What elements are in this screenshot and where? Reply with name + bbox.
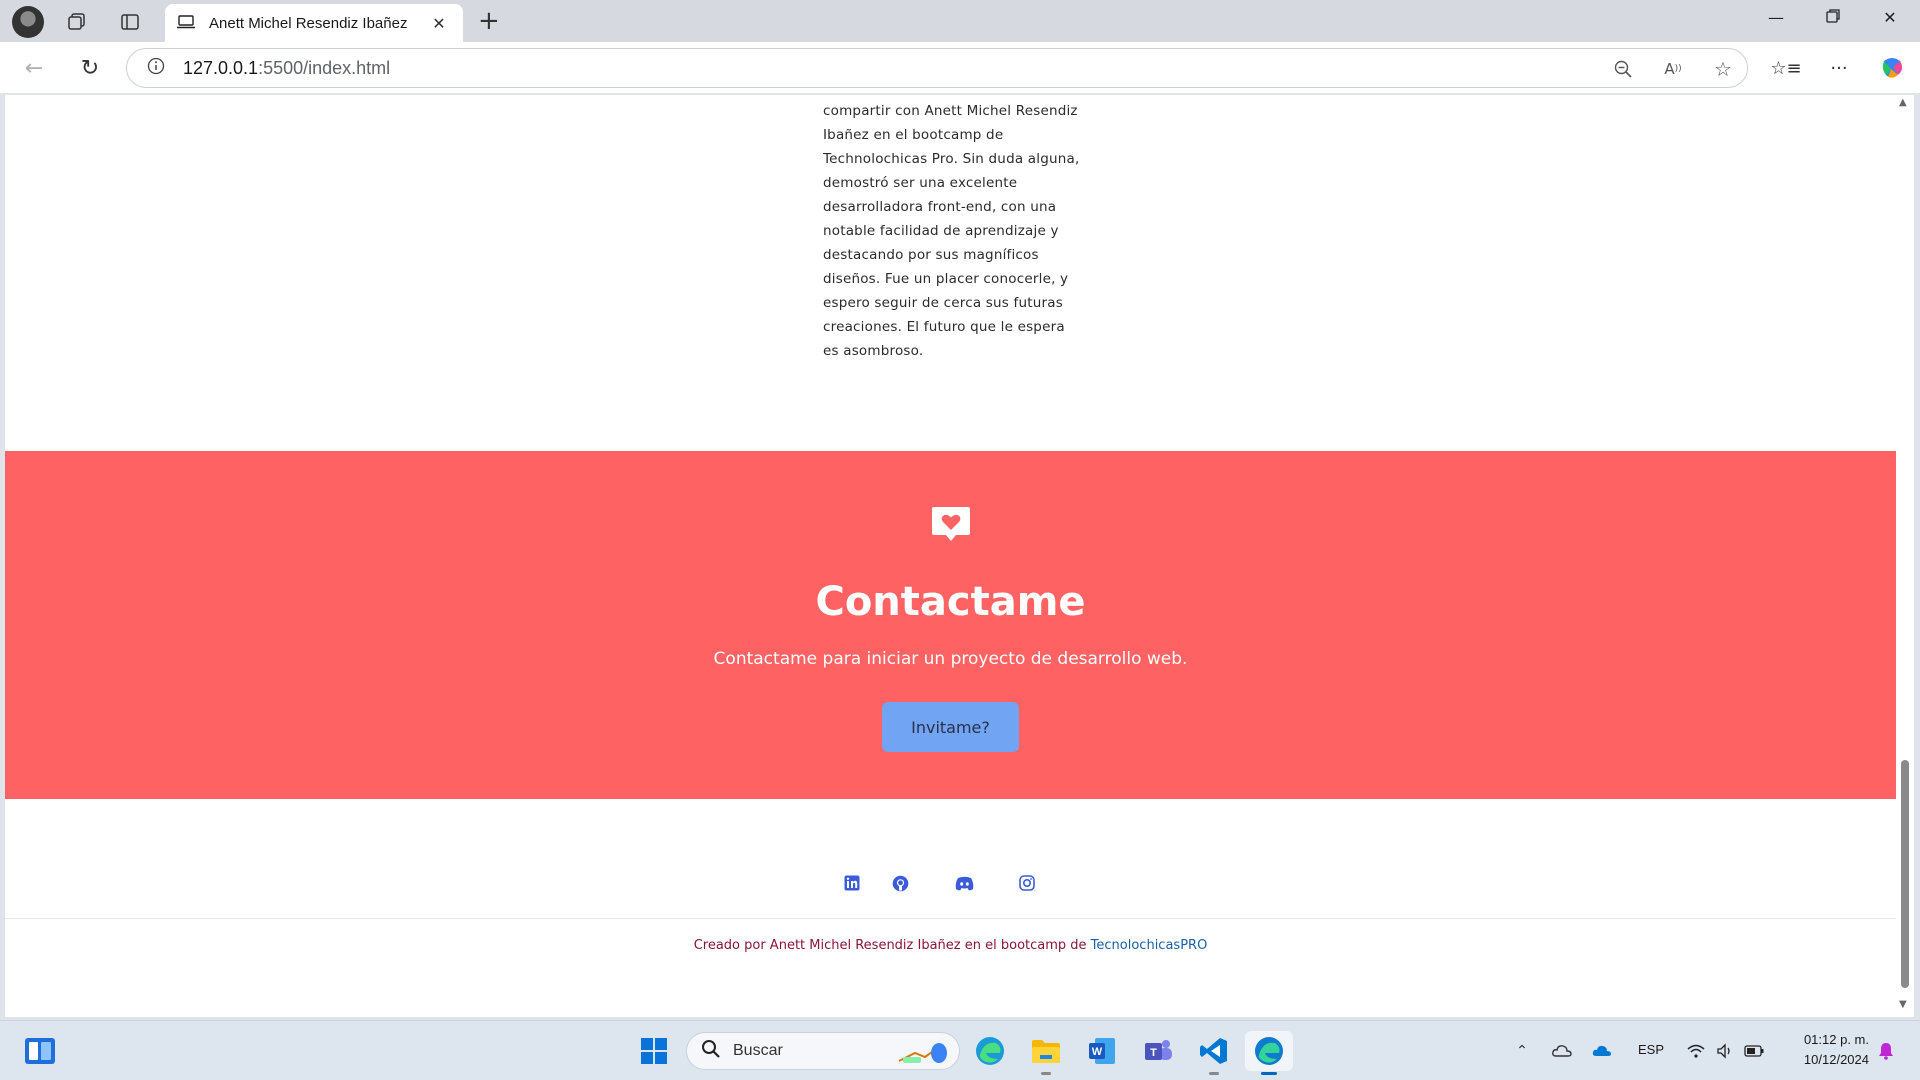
favorites-icon[interactable]: ☆≡ <box>1770 54 1801 82</box>
heart-message-icon <box>930 503 972 545</box>
address-bar[interactable]: 127.0.0.1:5500/index.html A)) ☆ <box>126 48 1748 88</box>
scroll-up-icon[interactable]: ▲ <box>1899 97 1907 108</box>
battery-icon[interactable] <box>1744 1041 1764 1061</box>
active-tab[interactable]: Anett Michel Resendiz Ibañez ✕ <box>165 4 463 42</box>
contact-title: Contactame <box>815 579 1086 625</box>
show-hidden-icons-icon[interactable]: ⌃ <box>1512 1041 1532 1061</box>
running-indicator <box>1209 1072 1219 1075</box>
volume-icon[interactable] <box>1715 1041 1735 1061</box>
copilot-icon[interactable] <box>1878 54 1906 82</box>
scroll-thumb[interactable] <box>1901 760 1909 988</box>
browser-toolbar: ← ↻ 127.0.0.1:5500/index.html A)) ☆ ☆≡ ·… <box>0 42 1920 94</box>
zoom-out-icon[interactable] <box>1611 57 1635 81</box>
minimize-icon[interactable]: — <box>1756 8 1796 27</box>
search-icon <box>701 1039 721 1063</box>
clock-date[interactable]: 10/12/2024 <box>1787 1052 1869 1067</box>
testimonial-text: compartir con Anett Michel Resendiz Ibañ… <box>823 103 1080 359</box>
refresh-icon[interactable]: ↻ <box>76 54 104 82</box>
new-tab-icon[interactable]: + <box>478 7 500 35</box>
tecnolochicas-link[interactable]: TecnolochicasPRO <box>1091 938 1208 953</box>
tab-close-icon[interactable]: ✕ <box>427 14 451 33</box>
page-scrollbar[interactable]: ▲ ▼ <box>1896 95 1914 1017</box>
favorite-star-icon[interactable]: ☆ <box>1711 57 1735 81</box>
vertical-tabs-icon[interactable] <box>117 9 143 35</box>
onedrive-icon[interactable] <box>1592 1041 1612 1061</box>
url-text[interactable]: 127.0.0.1:5500/index.html <box>183 58 390 79</box>
search-placeholder: Buscar <box>733 1042 783 1059</box>
onedrive-sync-icon[interactable] <box>1552 1041 1572 1061</box>
site-info-icon[interactable] <box>147 57 165 79</box>
svg-text:T: T <box>1150 1047 1157 1059</box>
url-host: 127.0.0.1 <box>183 57 259 78</box>
page-viewport: compartir con Anett Michel Resendiz Ibañ… <box>5 95 1896 1017</box>
scroll-down-icon[interactable]: ▼ <box>1899 999 1907 1010</box>
start-windows-icon[interactable] <box>634 1031 674 1071</box>
word-icon[interactable]: W <box>1082 1031 1122 1071</box>
browser-title-bar: Anett Michel Resendiz Ibañez ✕ + — ✕ <box>0 0 1920 42</box>
contact-subtitle: Contactame para iniciar un proyecto de d… <box>713 649 1188 669</box>
tab-page-icon <box>177 14 195 33</box>
teams-icon[interactable]: T <box>1138 1031 1178 1071</box>
search-highlight-icon <box>895 1039 949 1069</box>
discord-icon[interactable] <box>954 873 974 893</box>
github-icon[interactable] <box>890 873 910 893</box>
input-language[interactable]: ESP <box>1638 1042 1664 1057</box>
active-indicator <box>1261 1072 1277 1075</box>
back-arrow-icon[interactable]: ← <box>20 54 48 82</box>
widgets-icon[interactable] <box>20 1031 60 1071</box>
restore-icon[interactable] <box>1813 8 1853 27</box>
svg-text:W: W <box>1092 1046 1103 1058</box>
profile-avatar[interactable] <box>12 6 44 38</box>
edge-active-icon[interactable] <box>1245 1031 1293 1075</box>
invite-button[interactable]: Invitame? <box>882 702 1019 752</box>
workspaces-icon[interactable] <box>64 9 90 35</box>
vscode-icon[interactable] <box>1194 1031 1234 1075</box>
contact-section: Contactame Contactame para iniciar un pr… <box>5 451 1896 799</box>
url-path: :5500/index.html <box>258 57 391 78</box>
footer-credit: Creado por Anett Michel Resendiz Ibañez … <box>5 938 1896 953</box>
more-menu-icon[interactable]: ··· <box>1825 54 1853 82</box>
footer-divider <box>5 918 1896 919</box>
close-window-icon[interactable]: ✕ <box>1870 8 1910 27</box>
tab-title: Anett Michel Resendiz Ibañez <box>209 14 408 32</box>
wifi-icon[interactable] <box>1686 1041 1706 1061</box>
taskbar-search[interactable]: Buscar <box>686 1032 960 1070</box>
running-indicator <box>1041 1072 1051 1075</box>
windows-taskbar: Buscar W T ⌃ ESP 01:12 p. m. 10/12/2024 <box>0 1020 1920 1080</box>
instagram-icon[interactable] <box>1017 873 1037 893</box>
clock-time[interactable]: 01:12 p. m. <box>1791 1032 1869 1047</box>
linkedin-icon[interactable] <box>842 873 862 893</box>
edge-dev-icon[interactable] <box>970 1031 1010 1071</box>
read-aloud-icon[interactable]: A)) <box>1661 57 1685 81</box>
file-explorer-icon[interactable] <box>1026 1031 1066 1075</box>
social-links <box>5 873 1896 897</box>
footer-credit-text: Creado por Anett Michel Resendiz Ibañez … <box>693 938 1091 953</box>
notification-bell-icon[interactable] <box>1876 1041 1896 1061</box>
